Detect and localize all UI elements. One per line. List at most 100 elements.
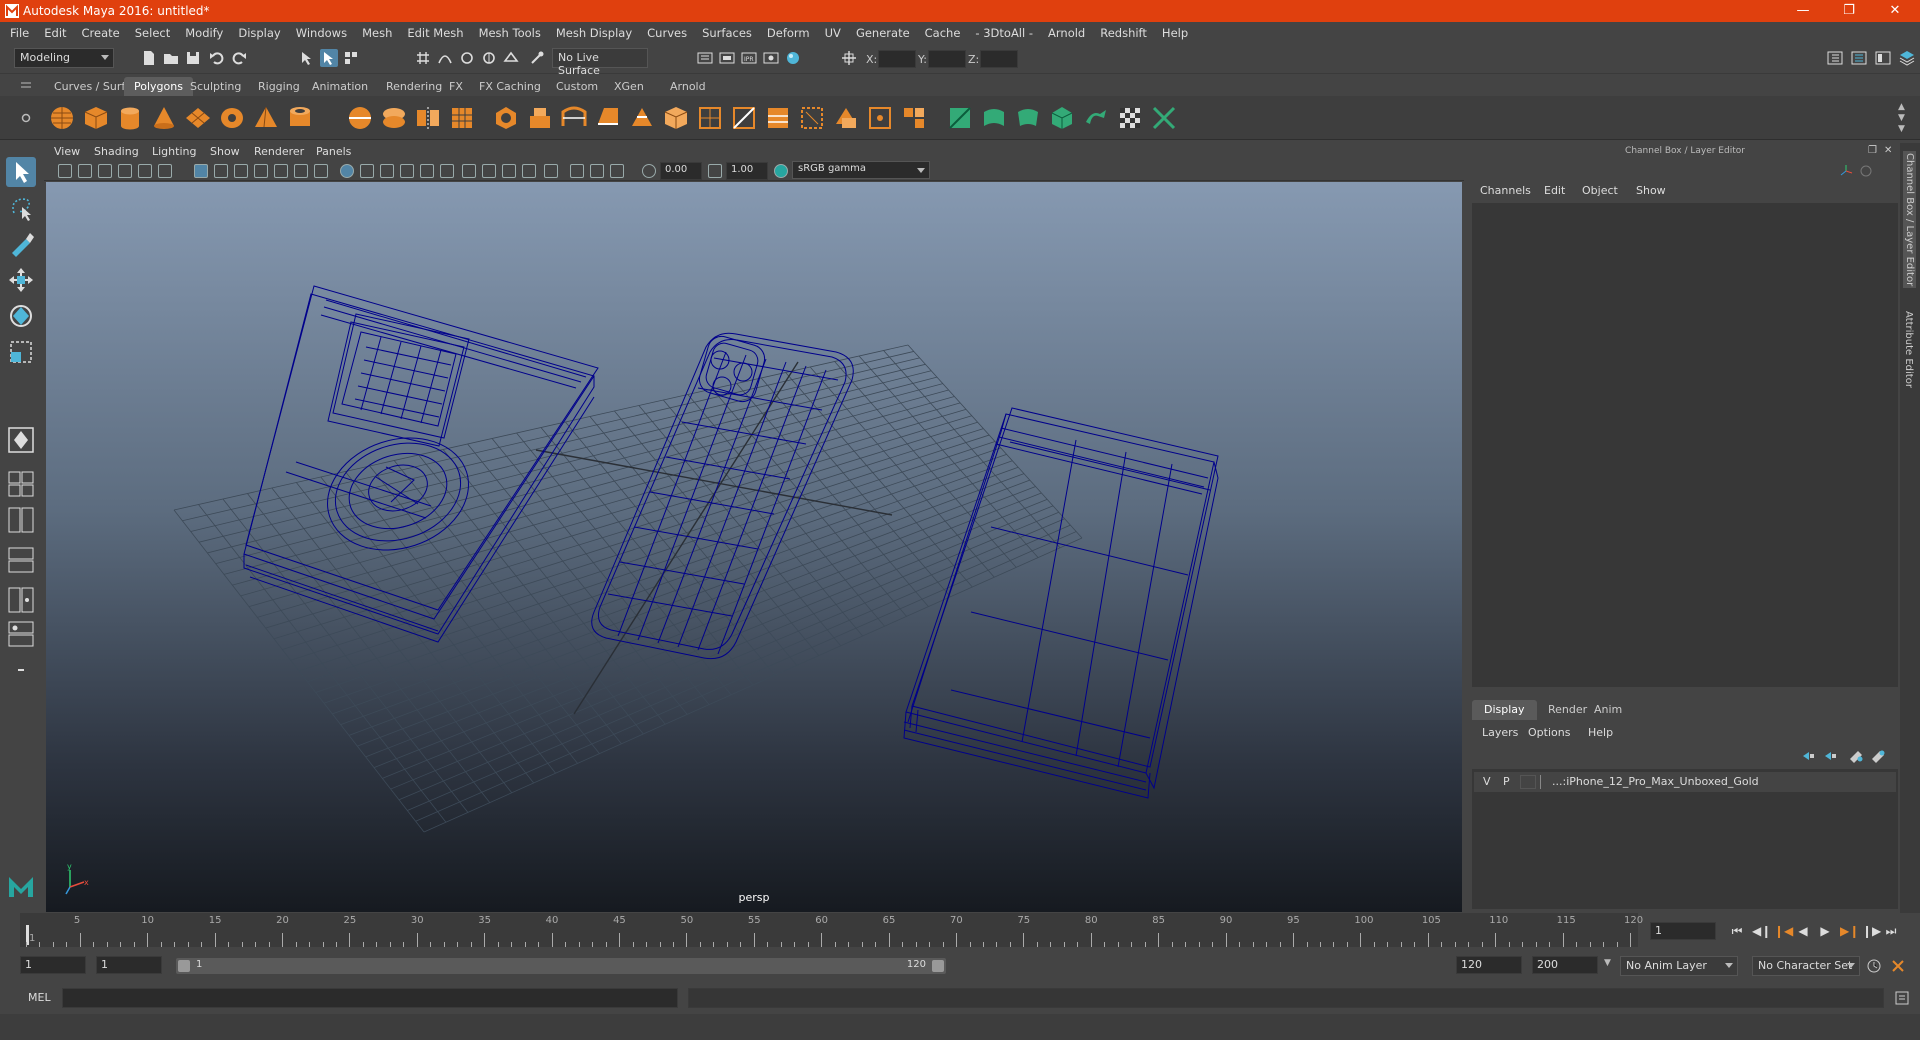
go-to-start-icon[interactable]: ⏮ xyxy=(1730,924,1744,938)
new-layer-selected-icon[interactable] xyxy=(1870,749,1886,763)
gamma-field[interactable]: 1.00 xyxy=(726,162,768,180)
poly-cylinder-icon[interactable] xyxy=(116,104,144,132)
layout-outliner-icon[interactable] xyxy=(6,545,36,575)
anim-layer-select[interactable]: No Anim Layer xyxy=(1620,956,1738,976)
menu-display[interactable]: Display xyxy=(238,26,280,40)
menu-deform[interactable]: Deform xyxy=(767,26,810,40)
current-frame-field[interactable]: 1 xyxy=(1650,922,1716,940)
select-component-icon[interactable] xyxy=(342,49,360,67)
extrude-icon[interactable] xyxy=(526,104,554,132)
shelf-tab-fx[interactable]: FX xyxy=(439,77,473,96)
viewport-menu-lighting[interactable]: Lighting xyxy=(152,145,196,158)
safe-action-icon[interactable] xyxy=(294,164,308,178)
snap-grid-icon[interactable] xyxy=(414,49,432,67)
combine-icon[interactable] xyxy=(346,104,374,132)
z-field[interactable] xyxy=(980,50,1018,68)
quad-draw-icon[interactable] xyxy=(900,104,928,132)
exposure-field[interactable]: 0.00 xyxy=(660,162,702,180)
poly-cube-icon[interactable] xyxy=(82,104,110,132)
shelf-tab-fx-caching[interactable]: FX Caching xyxy=(469,77,551,96)
move-layer-up-icon[interactable] xyxy=(1800,749,1816,763)
move-layer-down-icon[interactable] xyxy=(1822,749,1838,763)
new-empty-layer-icon[interactable] xyxy=(1848,749,1864,763)
select-hierarchy-icon[interactable] xyxy=(298,49,316,67)
xray-joints-icon[interactable] xyxy=(590,164,604,178)
menu-mesh[interactable]: Mesh xyxy=(362,26,392,40)
start-time-field[interactable]: 1 xyxy=(20,956,86,974)
playback-end-field[interactable]: 120 xyxy=(1456,956,1522,974)
menu-windows[interactable]: Windows xyxy=(296,26,347,40)
menu-3dtoall[interactable]: - 3DtoAll - xyxy=(975,26,1033,40)
render-settings-icon[interactable] xyxy=(762,49,780,67)
film-gate-icon[interactable] xyxy=(214,164,228,178)
textured-icon[interactable] xyxy=(400,164,414,178)
poly-torus-icon[interactable] xyxy=(218,104,246,132)
layout-hypershade-icon[interactable] xyxy=(6,619,36,649)
rotate-tool-icon[interactable] xyxy=(6,301,36,331)
step-back-frame-icon[interactable]: ◀❙ xyxy=(1752,924,1771,938)
shelf-settings-icon[interactable] xyxy=(18,110,34,126)
restore-icon[interactable]: ❐ xyxy=(1826,0,1872,22)
shelf-tab-rigging[interactable]: Rigging xyxy=(248,77,310,96)
make-live-icon[interactable] xyxy=(528,49,546,67)
layer-tab-display[interactable]: Display xyxy=(1472,700,1537,720)
channel-box-menu-object[interactable]: Object xyxy=(1582,184,1618,197)
snap-point-icon[interactable] xyxy=(458,49,476,67)
bridge-icon[interactable] xyxy=(560,104,588,132)
grid-toggle-icon[interactable] xyxy=(194,164,208,178)
bookmark-icon[interactable] xyxy=(98,164,112,178)
screen-space-ao-icon[interactable] xyxy=(462,164,476,178)
tool-settings-toggle-icon[interactable] xyxy=(1874,49,1892,67)
playback-start-field[interactable]: 1 xyxy=(96,956,162,974)
step-forward-key-icon[interactable]: ▶❙ xyxy=(1840,924,1859,938)
render-view-icon[interactable] xyxy=(696,49,714,67)
split-polygon-icon[interactable] xyxy=(730,104,758,132)
camera-attributes-icon[interactable] xyxy=(78,164,92,178)
menu-select[interactable]: Select xyxy=(135,26,170,40)
select-object-icon[interactable] xyxy=(320,49,338,67)
smooth-shade-icon[interactable] xyxy=(360,164,374,178)
menu-mesh-tools[interactable]: Mesh Tools xyxy=(479,26,541,40)
step-forward-frame-icon[interactable]: ❙▶ xyxy=(1862,924,1881,938)
depth-of-field-icon[interactable] xyxy=(522,164,536,178)
shelf-menu-icon[interactable] xyxy=(18,78,34,92)
mirror-icon[interactable] xyxy=(414,104,442,132)
view-transform-select[interactable]: sRGB gamma xyxy=(792,161,930,179)
xray-icon[interactable] xyxy=(570,164,584,178)
poly-sphere-icon[interactable] xyxy=(48,104,76,132)
uv-automatic-icon[interactable] xyxy=(1048,104,1076,132)
gamma-icon[interactable] xyxy=(708,164,722,178)
uv-unfold-icon[interactable] xyxy=(1082,104,1110,132)
bevel-edge-icon[interactable] xyxy=(628,104,656,132)
channel-box-menu-show[interactable]: Show xyxy=(1636,184,1666,197)
x-field[interactable] xyxy=(878,50,916,68)
range-start-handle[interactable] xyxy=(178,960,190,972)
move-tool-icon[interactable] xyxy=(6,265,36,295)
separate-icon[interactable] xyxy=(380,104,408,132)
insert-edge-loop-icon[interactable] xyxy=(764,104,792,132)
viewport-menu-view[interactable]: View xyxy=(54,145,80,158)
boolean-icon[interactable] xyxy=(492,104,520,132)
menu-arnold[interactable]: Arnold xyxy=(1048,26,1085,40)
uv-checker-icon[interactable] xyxy=(1116,104,1144,132)
exposure-icon[interactable] xyxy=(642,164,656,178)
field-chart-icon[interactable] xyxy=(274,164,288,178)
layer-menu-help[interactable]: Help xyxy=(1588,726,1613,739)
fill-hole-icon[interactable] xyxy=(662,104,690,132)
layer-color-swatch[interactable] xyxy=(1540,775,1550,789)
range-end-handle[interactable] xyxy=(932,960,944,972)
poly-cone-icon[interactable] xyxy=(150,104,178,132)
menu-file[interactable]: File xyxy=(10,26,29,40)
attribute-editor-side-tab[interactable]: Attribute Editor xyxy=(1903,311,1914,388)
connect-icon[interactable] xyxy=(866,104,894,132)
multi-cut-icon[interactable] xyxy=(798,104,826,132)
layer-row[interactable]: V P ...:iPhone_12_Pro_Max_Unboxed_Gold xyxy=(1474,772,1896,792)
uv-planar-icon[interactable] xyxy=(946,104,974,132)
open-scene-icon[interactable] xyxy=(162,49,180,67)
command-input[interactable] xyxy=(62,988,678,1008)
minimize-icon[interactable]: — xyxy=(1780,0,1826,22)
play-forwards-icon[interactable]: ▶ xyxy=(1818,924,1832,938)
script-language-label[interactable]: MEL xyxy=(28,991,51,1004)
transform-constraint-icon[interactable] xyxy=(840,49,858,67)
lasso-tool-icon[interactable] xyxy=(6,193,36,223)
